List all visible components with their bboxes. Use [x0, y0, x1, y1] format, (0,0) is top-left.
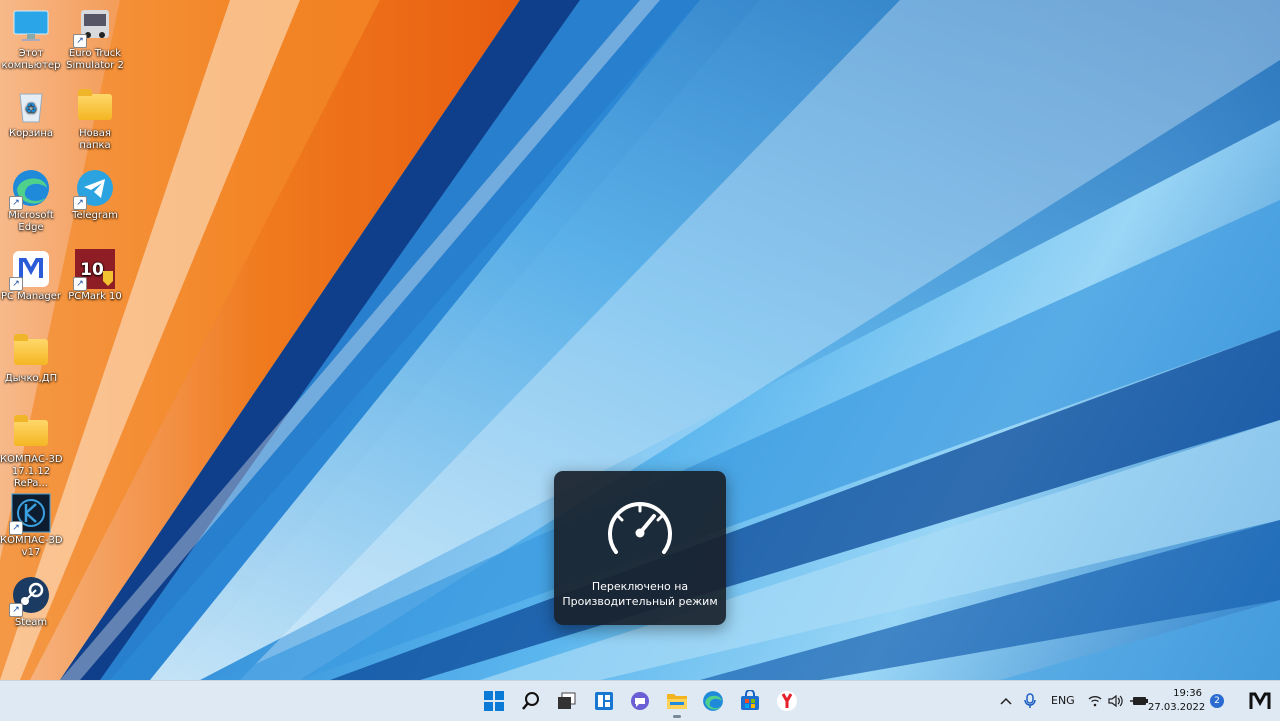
- toast-line-2: Производительный режим: [562, 595, 718, 608]
- edge-taskbar-button[interactable]: [697, 685, 729, 717]
- edge-icon: [703, 691, 723, 711]
- search-icon: [522, 692, 539, 710]
- widgets-button[interactable]: [588, 685, 620, 717]
- desktop-icon-pc-manager[interactable]: ↗ PC Manager: [0, 249, 62, 303]
- chevron-up-icon: [1000, 697, 1012, 705]
- start-button[interactable]: [478, 685, 510, 717]
- teams-chat-button[interactable]: [624, 685, 656, 717]
- desktop-icon-recycle-bin[interactable]: ♻ Корзина: [0, 86, 62, 140]
- file-explorer-icon: [667, 694, 687, 709]
- pcmark-icon: 10 ↗: [73, 249, 115, 291]
- yandex-browser-icon: [777, 691, 797, 711]
- yandex-browser-button[interactable]: [771, 685, 803, 717]
- widgets-icon: [595, 692, 613, 710]
- file-explorer-button[interactable]: [661, 685, 693, 718]
- svg-text:♻: ♻: [25, 101, 38, 117]
- desktop-icon-new-folder[interactable]: Новая папка: [64, 86, 126, 152]
- steam-icon: ↗: [9, 575, 51, 617]
- folder-icon: [11, 331, 51, 371]
- volume-icon: [1108, 694, 1123, 708]
- store-icon: [741, 690, 759, 710]
- kompas-icon: ↗: [9, 493, 51, 535]
- telegram-icon: ↗: [73, 168, 115, 210]
- search-button[interactable]: [515, 685, 547, 717]
- clock-date: 27.03.2022: [1148, 702, 1206, 713]
- edge-icon: ↗: [9, 168, 51, 210]
- start-icon: [484, 691, 504, 711]
- performance-mode-toast: Переключено на Производительный режим: [554, 471, 726, 625]
- task-view-icon: [558, 692, 576, 709]
- monitor-icon: [11, 6, 51, 46]
- desktop-icon-kompas-3d[interactable]: ↗ КОМПАС-3D v17: [0, 493, 63, 559]
- truck-icon: ↗: [73, 6, 115, 48]
- desktop-icon-euro-truck[interactable]: ↗ Euro Truck Simulator 2: [64, 6, 126, 72]
- clock-button[interactable]: 19:36 27.03.2022: [1148, 687, 1206, 715]
- desktop-icon-this-pc[interactable]: Этот компьютер: [0, 6, 62, 72]
- wifi-icon: [1088, 696, 1102, 707]
- notification-count-badge[interactable]: 2: [1210, 694, 1224, 708]
- show-hidden-icons-button[interactable]: [996, 685, 1016, 717]
- desktop-icon-steam[interactable]: ↗ Steam: [0, 575, 62, 629]
- recycle-bin-icon: ♻: [11, 86, 51, 126]
- speedometer-icon: [608, 502, 672, 554]
- store-button[interactable]: [734, 685, 766, 717]
- pc-manager-icon: [1249, 692, 1271, 709]
- pc-manager-icon: ↗: [9, 249, 51, 291]
- battery-charging-icon: [1130, 697, 1148, 705]
- desktop-icon-folder-dychko[interactable]: Дычко,ДП: [0, 331, 62, 385]
- active-indicator: [673, 715, 681, 718]
- teams-chat-icon: [631, 692, 649, 710]
- quick-settings-button[interactable]: [1082, 685, 1154, 717]
- desktop-icon-telegram[interactable]: ↗ Telegram: [64, 168, 126, 222]
- toast-line-1: Переключено на: [591, 580, 689, 593]
- folder-icon: [11, 412, 51, 452]
- pc-manager-tray-button[interactable]: [1244, 685, 1276, 717]
- folder-icon: [75, 86, 115, 126]
- microphone-icon: [1024, 693, 1036, 708]
- toast-message: Переключено на Производительный режим: [554, 579, 726, 609]
- microphone-button[interactable]: [1020, 685, 1040, 717]
- task-view-button[interactable]: [551, 685, 583, 717]
- desktop-icon-pcmark[interactable]: 10 ↗ PCMark 10: [64, 249, 126, 303]
- desktop-icon-edge[interactable]: ↗ Microsoft Edge: [0, 168, 62, 234]
- taskbar: ENG 19:36 27.03.2022 2: [0, 680, 1280, 721]
- language-indicator[interactable]: ENG: [1051, 694, 1075, 707]
- desktop-icon-folder-kompas[interactable]: КОМПАС-3D 17.1.12 RePa...: [0, 412, 63, 490]
- clock-time: 19:36: [1173, 688, 1202, 699]
